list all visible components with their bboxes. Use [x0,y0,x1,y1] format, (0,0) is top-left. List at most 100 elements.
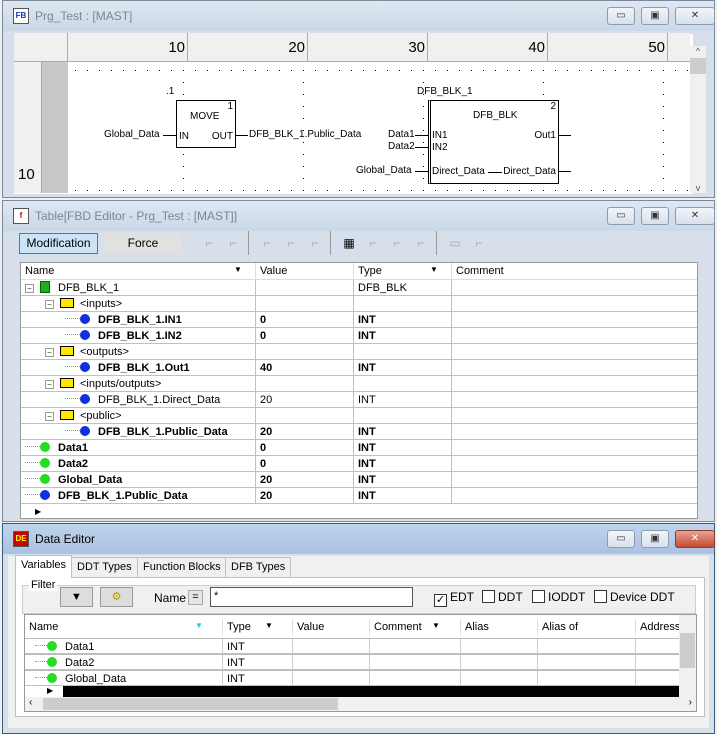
title-bar[interactable]: FB Prg_Test : [MAST] ▭ ▣ ✕ [3,1,715,31]
table-row[interactable]: DFB_BLK_1.Direct_Data 20 INT [21,392,697,408]
equals-button[interactable]: = [188,590,203,605]
column-header-value[interactable]: Value [293,619,370,635]
value-cell[interactable]: 20 [256,472,354,488]
column-header-alias[interactable]: Alias [461,619,538,635]
checkbox-ioddt[interactable]: IODDT [532,590,585,604]
display-icon[interactable]: ▭ [446,234,464,252]
collapse-icon[interactable]: − [45,300,54,309]
table-row[interactable]: Data2 INT [25,654,681,671]
value-cell[interactable] [256,280,354,296]
table-row[interactable]: Data2 0 INT [21,456,697,472]
dfb-var-data2[interactable]: Data2 [388,141,415,152]
collapse-icon[interactable]: − [45,380,54,389]
value-cell[interactable]: 20 [256,424,354,440]
table-row[interactable]: − DFB_BLK_1 DFB_BLK [21,280,697,296]
filter-button[interactable]: ▼ [60,587,93,607]
empty-cell[interactable] [538,671,636,687]
value-cell[interactable] [256,408,354,424]
scroll-right-icon[interactable]: › [689,697,692,708]
minimize-button[interactable]: ▭ [607,7,635,25]
comment-cell[interactable] [452,488,699,504]
vertical-scrollbar[interactable]: ^ v [690,46,706,193]
dfb-var-global-data[interactable]: Global_Data [356,165,412,176]
value-cell[interactable]: 0 [256,328,354,344]
value-cell[interactable]: 20 [256,488,354,504]
title-bar[interactable]: DE Data Editor ▭ ▣ ✕ [3,524,715,554]
scroll-left-icon[interactable]: ‹ [29,697,32,708]
new-row[interactable]: ▶ [21,504,697,520]
comment-cell[interactable] [452,424,699,440]
empty-cell[interactable] [538,655,636,671]
move-input-variable[interactable]: Global_Data [104,129,160,140]
table-row[interactable]: Global_Data INT [25,670,681,687]
sort-dropdown-icon[interactable]: ▼ [430,265,438,274]
column-header-address[interactable]: Address [636,619,681,635]
scroll-thumb[interactable] [43,698,338,710]
tab-variables[interactable]: Variables [15,555,73,578]
table-row[interactable]: Global_Data 20 INT [21,472,697,488]
force-off-icon[interactable]: ⌐ [306,234,324,252]
table-row[interactable]: − <public> [21,408,697,424]
checkbox-box[interactable] [482,590,495,603]
tab-function-blocks[interactable]: Function Blocks [137,557,227,577]
comment-cell[interactable] [452,472,699,488]
table-row[interactable]: DFB_BLK_1.Out1 40 INT [21,360,697,376]
value-cell[interactable] [256,296,354,312]
comment-cell[interactable] [452,344,699,360]
gear-filter-button[interactable]: ⚙ [100,587,133,607]
checkbox-ddt[interactable]: DDT [482,590,523,604]
checkbox-box[interactable]: ✓ [434,594,447,607]
step-icon[interactable]: ⌐ [258,234,276,252]
column-header-name[interactable]: Name [21,263,256,279]
table-row[interactable]: DFB_BLK_1.Public_Data 20 INT [21,488,697,504]
maximize-button[interactable]: ▣ [641,7,669,25]
value-cell[interactable]: 20 [256,392,354,408]
title-bar[interactable]: f Table[FBD Editor - Prg_Test : [MAST]] … [3,201,715,231]
empty-cell[interactable] [461,655,538,671]
close-button[interactable]: ✕ [675,7,715,25]
empty-cell[interactable] [636,639,681,655]
empty-cell[interactable] [293,639,370,655]
column-header-value[interactable]: Value [256,263,354,279]
value-cell[interactable]: 40 [256,360,354,376]
table-row[interactable]: − <inputs/outputs> [21,376,697,392]
comment-cell[interactable] [452,360,699,376]
dfb-var-data1[interactable]: Data1 [388,129,415,140]
comment-cell[interactable] [452,408,699,424]
empty-cell[interactable] [370,639,461,655]
maximize-button[interactable]: ▣ [641,207,669,225]
comment-cell[interactable] [452,456,699,472]
grid-icon[interactable]: ▦ [340,234,358,252]
modification-button[interactable]: Modification [19,233,98,254]
force-button[interactable]: Force [104,233,182,254]
set-icon[interactable]: ⌐ [200,234,218,252]
comment-cell[interactable] [452,376,699,392]
collapse-icon[interactable]: − [45,412,54,421]
column-header-comment[interactable]: Comment [370,619,461,635]
reset-icon[interactable]: ⌐ [224,234,242,252]
comment-cell[interactable] [452,312,699,328]
comment-cell[interactable] [452,392,699,408]
sort-indicator-icon[interactable]: ▼ [195,621,203,630]
collapse-icon[interactable]: − [25,284,34,293]
comment-cell[interactable] [452,280,699,296]
scroll-thumb[interactable] [680,633,695,668]
link-icon[interactable]: ⌐ [364,234,382,252]
minimize-button[interactable]: ▭ [607,530,635,548]
move-block[interactable]: MOVE 1 IN OUT [176,100,236,148]
value-cell[interactable] [256,376,354,392]
vertical-scrollbar[interactable] [679,615,696,698]
table-row[interactable]: Data1 INT [25,638,681,655]
table-row[interactable]: DFB_BLK_1.IN2 0 INT [21,328,697,344]
empty-cell[interactable] [636,671,681,687]
value-cell[interactable] [256,344,354,360]
sort-dropdown-icon[interactable]: ▼ [432,621,440,630]
sort-dropdown-icon[interactable]: ▼ [234,265,242,274]
empty-cell[interactable] [636,655,681,671]
table-row[interactable]: DFB_BLK_1.IN1 0 INT [21,312,697,328]
value-cell[interactable]: 0 [256,456,354,472]
checkbox-box[interactable] [594,590,607,603]
comment-cell[interactable] [452,440,699,456]
column-header-type[interactable]: Type [223,619,293,635]
checkbox-device-ddt[interactable]: Device DDT [594,590,675,604]
